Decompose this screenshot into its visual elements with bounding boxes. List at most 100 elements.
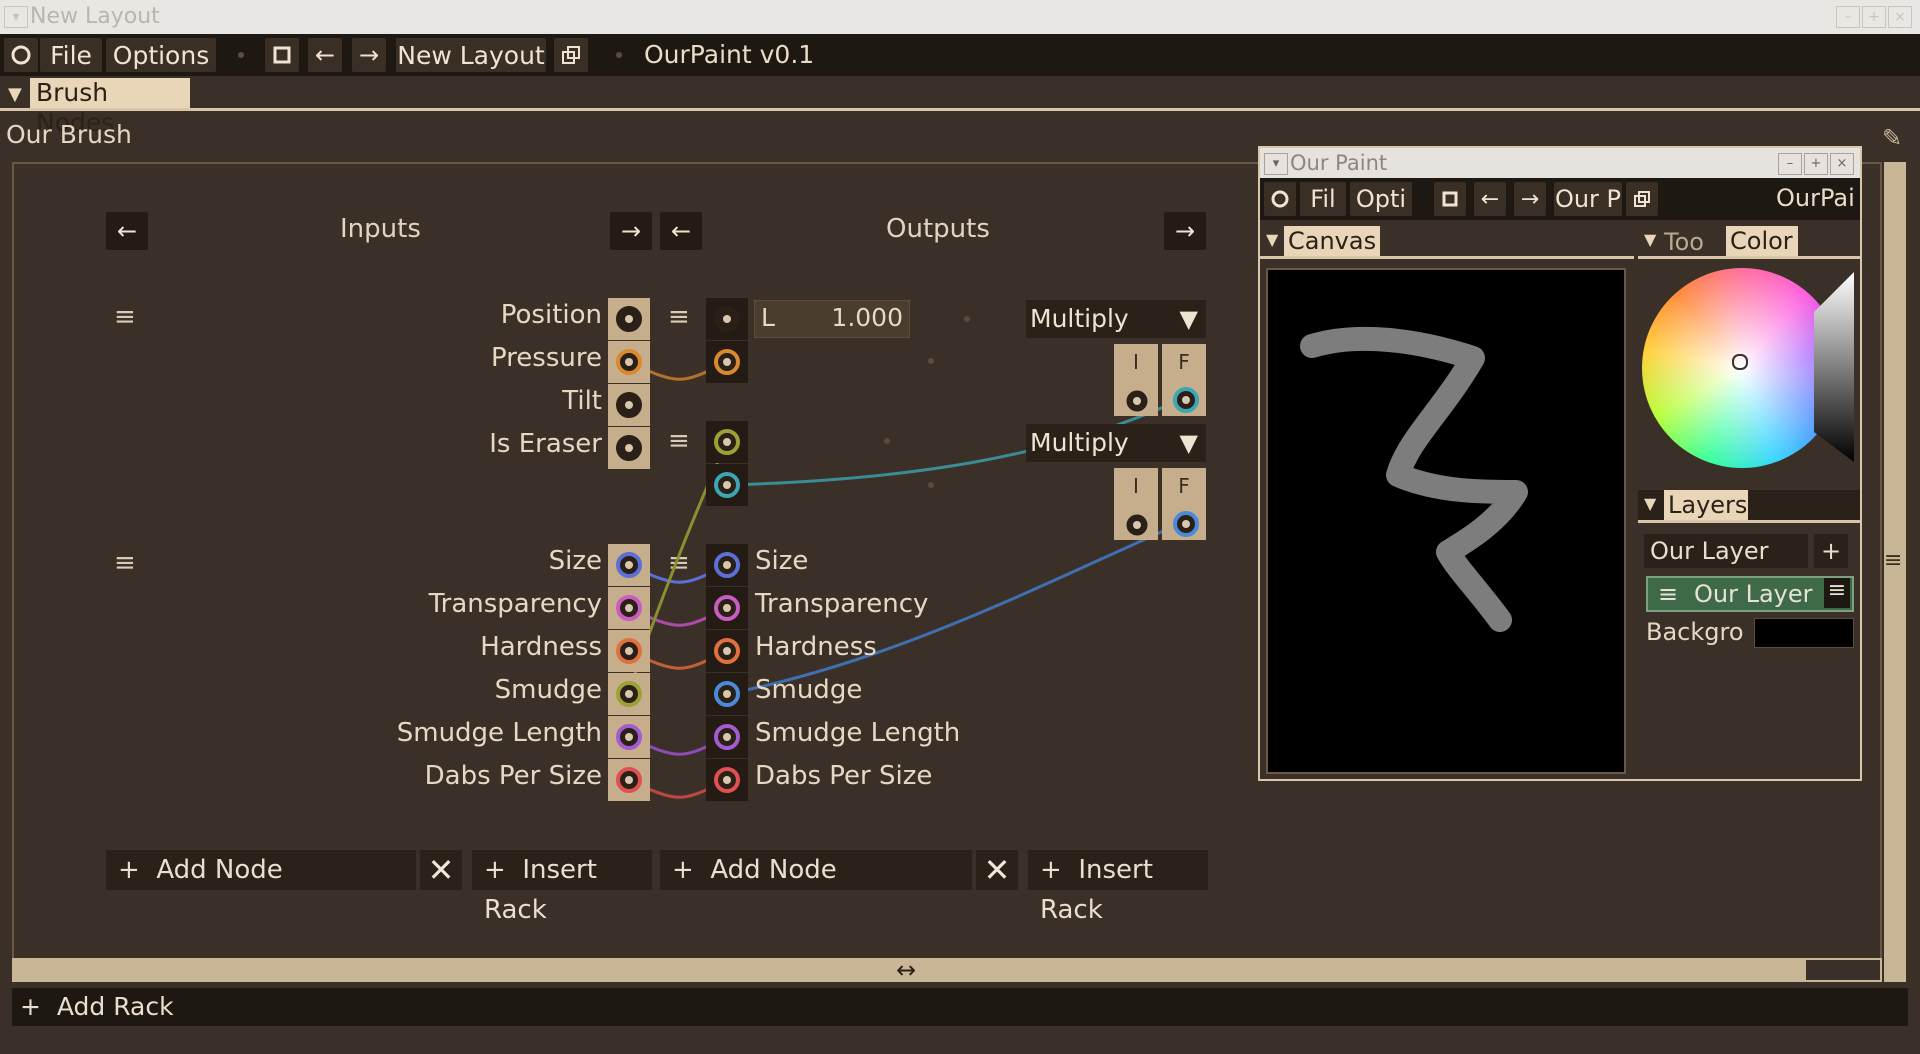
input-label-size: Size bbox=[548, 546, 602, 576]
add-rack-button[interactable]: + Add Rack bbox=[12, 988, 1908, 1026]
resize-handle-icon[interactable]: ≡ bbox=[1884, 548, 1902, 573]
stop-icon[interactable] bbox=[1434, 182, 1466, 216]
pan-arrows-icon[interactable]: ↔ bbox=[896, 956, 916, 984]
add-node-button-inputs[interactable]: + Add Node bbox=[106, 850, 416, 890]
socket-smudge-in[interactable] bbox=[608, 673, 650, 715]
plus-icon: + bbox=[484, 855, 523, 885]
horizontal-scrollbar[interactable] bbox=[12, 958, 1882, 982]
collapse-triangle-icon[interactable]: ▼ bbox=[1644, 230, 1656, 249]
plus-icon: + bbox=[1040, 855, 1079, 885]
color-picker[interactable] bbox=[1638, 268, 1858, 468]
socket-smudge-out[interactable] bbox=[706, 673, 748, 715]
scrollbar-thumb[interactable] bbox=[1806, 960, 1880, 980]
plus-icon: + bbox=[672, 855, 711, 885]
back-arrow-icon[interactable]: ← bbox=[1474, 182, 1506, 216]
socket-transparency-in[interactable] bbox=[608, 587, 650, 629]
socket-icon[interactable] bbox=[1172, 510, 1200, 538]
insert-rack-button-outputs[interactable]: + Insert Rack bbox=[1028, 850, 1208, 925]
plus-icon: + bbox=[20, 992, 57, 1021]
add-layer-icon[interactable]: + bbox=[1814, 534, 1848, 568]
socket-size-in[interactable] bbox=[608, 544, 650, 586]
separator-dot bbox=[884, 438, 890, 444]
maximize-icon[interactable]: + bbox=[1804, 153, 1828, 175]
separator-dot bbox=[928, 358, 934, 364]
collapse-triangle-icon[interactable]: ▼ bbox=[1644, 494, 1656, 513]
input-label-is-eraser: Is Eraser bbox=[489, 429, 602, 459]
layout-name-button[interactable]: Our P bbox=[1554, 182, 1622, 216]
socket-hardness-out[interactable] bbox=[706, 630, 748, 672]
divider bbox=[1638, 520, 1860, 523]
socket-is-eraser-out[interactable] bbox=[608, 427, 650, 469]
value-triangle[interactable] bbox=[1810, 272, 1858, 462]
layer-menu-icon[interactable]: ≡ bbox=[1824, 578, 1850, 608]
remove-rack-icon[interactable]: ✕ bbox=[976, 850, 1018, 890]
divider bbox=[1638, 256, 1860, 259]
layers-tab[interactable]: Layers bbox=[1664, 490, 1748, 520]
multiply-2-label: Multiply bbox=[1030, 428, 1129, 457]
socket-icon[interactable] bbox=[1172, 386, 1200, 414]
background-color-swatch[interactable] bbox=[1754, 618, 1854, 648]
file-menu[interactable]: Fil bbox=[1300, 182, 1346, 216]
socket-smudge-length-out[interactable] bbox=[706, 716, 748, 758]
window-menu-icon[interactable]: ▾ bbox=[1264, 153, 1288, 175]
socket-eraser-out[interactable] bbox=[706, 464, 748, 506]
float-cell-label: F bbox=[1178, 474, 1190, 498]
close-icon[interactable]: × bbox=[1830, 153, 1854, 175]
canvas-tab[interactable]: Canvas bbox=[1284, 226, 1380, 256]
socket-smudge-length-in[interactable] bbox=[608, 716, 650, 758]
color-tab[interactable]: Color bbox=[1726, 226, 1798, 256]
input-label-position: Position bbox=[500, 300, 602, 330]
paint-canvas[interactable] bbox=[1266, 268, 1626, 774]
our-paint-title-bar[interactable]: ▾ Our Paint – + × bbox=[1260, 148, 1860, 178]
options-menu[interactable]: Opti bbox=[1350, 182, 1412, 216]
socket-eraser-in[interactable] bbox=[706, 421, 748, 463]
add-rack-label: Add Rack bbox=[56, 992, 174, 1021]
socket-dabs-per-size-in[interactable] bbox=[608, 759, 650, 801]
window-duplicate-icon[interactable] bbox=[1626, 182, 1658, 216]
input-label-smudge: Smudge bbox=[494, 675, 602, 705]
socket-pressure-in[interactable] bbox=[706, 341, 748, 383]
layer-name: Our Layer bbox=[1694, 580, 1813, 608]
socket-size-out[interactable] bbox=[706, 544, 748, 586]
add-node-button-outputs[interactable]: + Add Node bbox=[660, 850, 972, 890]
forward-arrow-icon[interactable]: → bbox=[1514, 182, 1546, 216]
output-label-size: Size bbox=[755, 546, 809, 576]
multiply-select-1[interactable]: Multiply ▼ bbox=[1026, 300, 1206, 338]
collapse-triangle-icon[interactable]: ▼ bbox=[1266, 230, 1278, 249]
socket-transparency-out[interactable] bbox=[706, 587, 748, 629]
socket-hardness-in[interactable] bbox=[608, 630, 650, 672]
value-field-value: 1.000 bbox=[831, 303, 903, 332]
int-cell-label: I bbox=[1133, 350, 1139, 374]
tools-tab[interactable]: Too bbox=[1664, 228, 1704, 256]
socket-value-in[interactable] bbox=[706, 298, 748, 340]
app-version-label: OurPai bbox=[1776, 184, 1855, 212]
input-label-pressure: Pressure bbox=[490, 343, 602, 373]
input-label-smudge-length: Smudge Length bbox=[396, 718, 602, 748]
socket-pressure-out[interactable] bbox=[608, 341, 650, 383]
insert-rack-button-inputs[interactable]: + Insert Rack bbox=[472, 850, 652, 925]
socket-position-out[interactable] bbox=[608, 298, 650, 340]
output-label-transparency: Transparency bbox=[755, 589, 929, 619]
layer-drag-handle-icon[interactable]: ≡ bbox=[1658, 580, 1678, 608]
multiply-1-label: Multiply bbox=[1030, 304, 1129, 333]
our-paint-title: Our Paint bbox=[1290, 151, 1388, 175]
value-field[interactable]: L 1.000 bbox=[754, 300, 910, 338]
new-layer-name-input[interactable]: Our Layer bbox=[1644, 534, 1808, 568]
socket-icon[interactable] bbox=[1124, 512, 1150, 538]
layer-item-selected[interactable]: ≡ Our Layer ≡ bbox=[1646, 576, 1854, 612]
remove-rack-icon[interactable]: ✕ bbox=[420, 850, 462, 890]
socket-dabs-per-size-out[interactable] bbox=[706, 759, 748, 801]
brush-stroke bbox=[1300, 326, 1528, 632]
minimize-icon[interactable]: – bbox=[1778, 153, 1802, 175]
divider bbox=[1260, 256, 1634, 259]
multiply-select-2[interactable]: Multiply ▼ bbox=[1026, 424, 1206, 462]
int-cell-label: I bbox=[1133, 474, 1139, 498]
socket-icon[interactable] bbox=[1124, 388, 1150, 414]
our-paint-window[interactable]: ▾ Our Paint – + × Fil Opti ← → Our P Our… bbox=[1258, 146, 1862, 781]
app-menu-icon[interactable] bbox=[1264, 182, 1296, 216]
float-cell-label: F bbox=[1178, 350, 1190, 374]
input-label-tilt: Tilt bbox=[562, 386, 602, 416]
color-cursor-icon[interactable] bbox=[1732, 354, 1748, 370]
output-label-smudge: Smudge bbox=[755, 675, 863, 705]
socket-tilt-out[interactable] bbox=[608, 384, 650, 426]
